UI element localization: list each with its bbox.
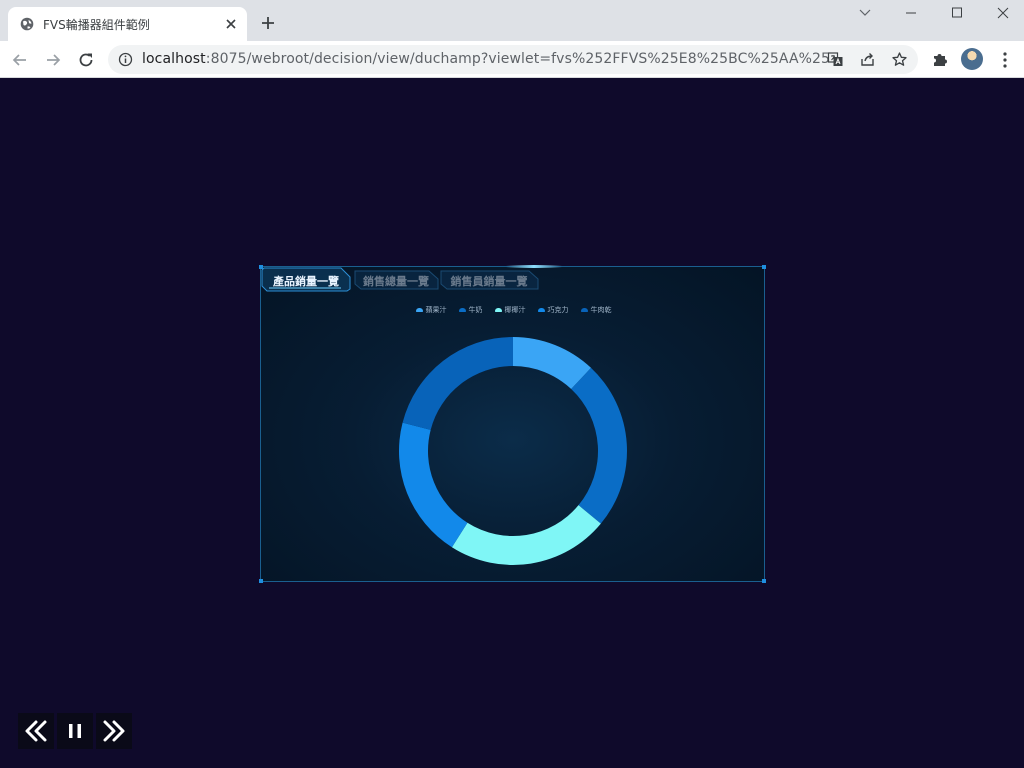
previous-button[interactable] [18,713,54,749]
donut-slice[interactable] [451,505,601,565]
pause-button[interactable] [57,713,93,749]
share-icon[interactable] [859,51,876,68]
minimize-icon[interactable] [902,5,920,21]
carousel-panel: 產品銷量一覽 銷售總量一覽 銷售員銷量一覽 蘋果汁 牛奶 椰椰汁 巧克力 牛肉乾 [259,265,766,583]
bookmark-star-icon[interactable] [891,51,908,68]
maximize-icon[interactable] [948,5,966,21]
pause-icon [69,724,81,738]
browser-tab-bar: FVS輪播器組件範例 [0,0,1024,41]
window-close-icon[interactable] [994,5,1012,21]
donut-chart [399,337,627,565]
url-path: :8075/webroot/decision/view/duchamp?view… [205,51,828,67]
donut-slice[interactable] [571,367,627,524]
browser-tab[interactable]: FVS輪播器組件範例 [8,7,247,41]
extensions-icon[interactable] [931,50,949,68]
new-tab-icon[interactable] [259,14,277,32]
next-icon [103,720,125,742]
url-host: localhost [142,51,206,67]
translate-icon[interactable] [827,51,844,68]
next-button[interactable] [96,713,132,749]
address-bar[interactable]: localhost:8075/webroot/decision/view/duc… [108,45,918,74]
donut-slice[interactable] [399,422,468,548]
donut-slice[interactable] [402,337,513,430]
chevron-down-icon[interactable] [856,5,874,21]
profile-avatar[interactable] [961,48,983,70]
globe-icon [20,17,34,31]
previous-icon [25,720,47,742]
forward-icon[interactable] [43,50,63,70]
info-icon[interactable] [118,52,133,67]
more-menu-icon[interactable] [998,50,1012,70]
close-icon[interactable] [223,16,239,32]
back-icon[interactable] [10,50,30,70]
reload-icon[interactable] [76,50,96,70]
url-text[interactable]: localhost:8075/webroot/decision/view/duc… [142,51,828,67]
tab-title: FVS輪播器組件範例 [43,18,150,32]
browser-toolbar: localhost:8075/webroot/decision/view/duc… [0,41,1024,78]
